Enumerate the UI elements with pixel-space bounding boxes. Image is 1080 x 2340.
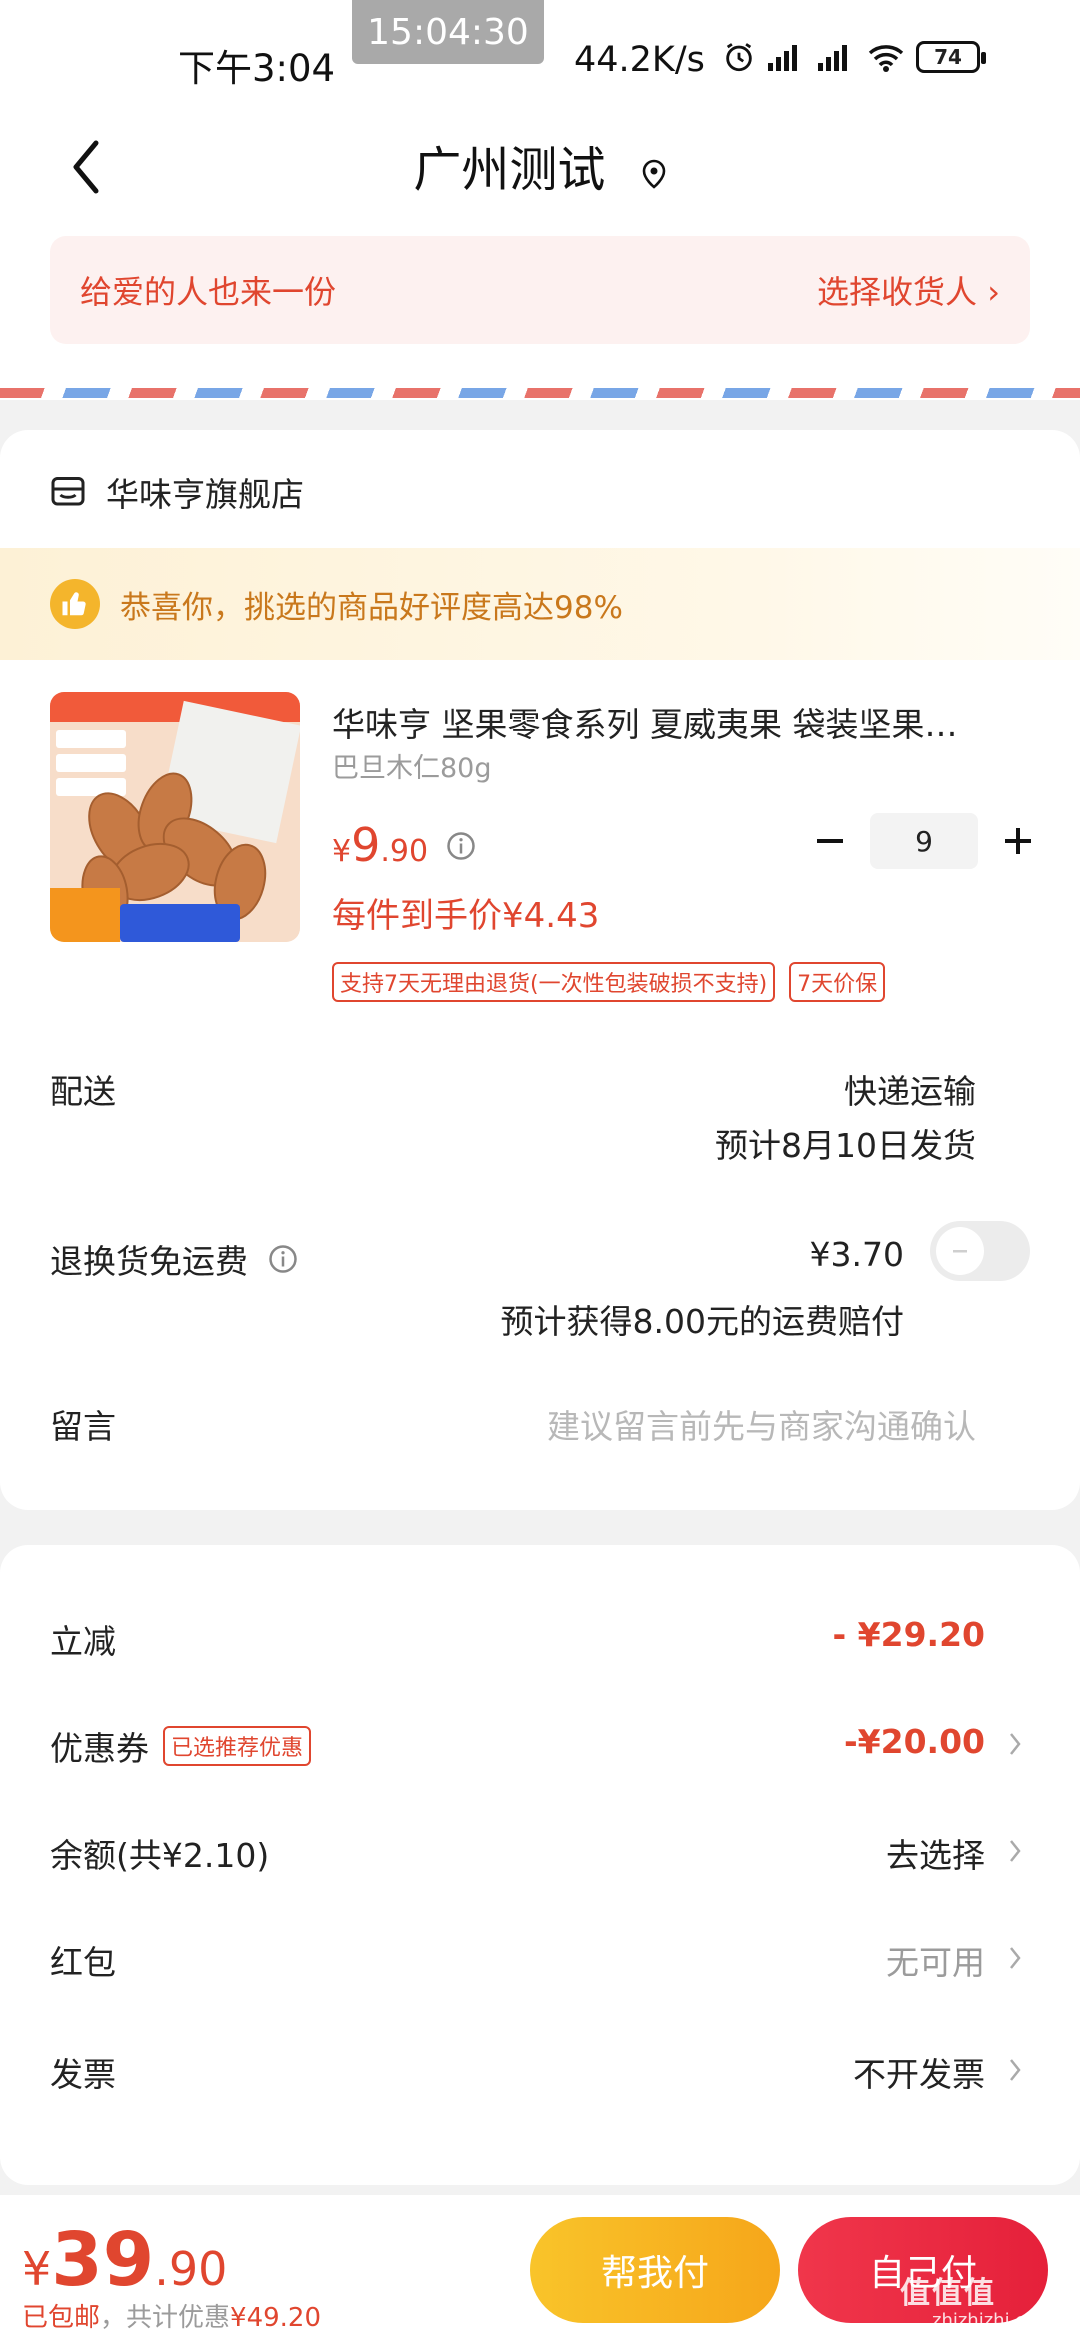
header: 广州测试 <box>0 110 1080 230</box>
total-integer: 39 <box>51 2217 155 2303</box>
return-insurance-toggle[interactable] <box>930 1221 1030 1281</box>
clock-overlay: 15:04:30 <box>352 0 544 64</box>
discounts-card: 立减 - ¥29.20 优惠券 已选推荐优惠 -¥20.00 余额(共¥2.10… <box>0 1545 1080 2185</box>
thumbs-up-icon <box>50 579 100 629</box>
balance-row[interactable]: 余额(共¥2.10) 去选择 <box>50 1829 1030 1889</box>
instant-discount-label: 立减 <box>50 1622 116 1661</box>
signal-icon <box>768 45 797 71</box>
product-spec[interactable]: 巴旦木仁80g <box>332 746 492 785</box>
praise-banner: 恭喜你，挑选的商品好评度高达98% <box>0 548 1080 660</box>
chevron-right-icon <box>1000 1936 1030 1980</box>
praise-text: 恭喜你，挑选的商品好评度高达98% <box>120 589 623 626</box>
savings-prefix: ，共计优惠 <box>100 2303 231 2333</box>
instant-discount-row: 立减 - ¥29.20 <box>50 1615 1030 1675</box>
decrease-button[interactable] <box>812 823 848 859</box>
coupon-text: 优惠券 <box>50 1729 149 1768</box>
wifi-icon <box>868 45 904 72</box>
instant-discount-value: - ¥29.20 <box>832 1615 985 1654</box>
watermark-url: zhizhizhi.com <box>932 2310 1054 2331</box>
unit-price: 每件到手价¥4.43 <box>332 896 600 936</box>
store-icon <box>51 477 85 506</box>
price-decimal: .90 <box>380 834 429 869</box>
info-icon[interactable] <box>268 1244 298 1274</box>
red-packet-label: 红包 <box>50 1943 116 1982</box>
network-speed: 44.2K/s <box>574 40 705 80</box>
order-card: 华味亨旗舰店 恭喜你，挑选的商品好评度高达98% 华味亨 坚果零食系列 夏威夷果… <box>0 430 1080 1510</box>
page-title[interactable]: 广州测试 <box>0 130 1080 201</box>
product-name[interactable]: 华味亨 坚果零食系列 夏威夷果 袋装坚果… <box>332 698 1022 746</box>
service-tags: 支持7天无理由退货(一次性包装破损不支持) 7天价保 <box>332 962 886 1002</box>
message-label: 留言 <box>50 1407 116 1446</box>
coupon-value: -¥20.00 <box>843 1722 985 1761</box>
toggle-knob <box>936 1227 984 1275</box>
coupon-label: 优惠券 已选推荐优惠 <box>50 1722 312 1770</box>
invoice-value: 不开发票 <box>853 2055 985 2094</box>
chevron-right-icon <box>1000 2048 1030 2092</box>
red-packet-value: 无可用 <box>886 1943 985 1982</box>
balance-value: 去选择 <box>886 1836 985 1875</box>
choose-recipient-link[interactable]: 选择收货人 › <box>817 267 1000 313</box>
location-pin-icon <box>641 145 667 201</box>
price-symbol: ¥ <box>332 834 352 869</box>
plus-icon <box>1005 828 1031 854</box>
chevron-right-icon <box>1000 1722 1030 1766</box>
price-integer: 9 <box>351 818 381 872</box>
coupon-row[interactable]: 优惠券 已选推荐优惠 -¥20.00 <box>50 1722 1030 1782</box>
store-header[interactable]: 华味亨旗舰店 <box>50 468 304 516</box>
help-pay-button[interactable]: 帮我付 <box>530 2217 780 2323</box>
red-packet-row[interactable]: 红包 无可用 <box>50 1936 1030 1996</box>
watermark-logo: 值值值 <box>900 2276 996 2311</box>
invoice-row[interactable]: 发票 不开发票 <box>50 2048 1030 2108</box>
total-price: ¥ 39 .90 <box>22 2217 227 2303</box>
delivery-label: 配送 <box>50 1072 116 1111</box>
status-icons: 74 <box>722 40 986 74</box>
delivery-eta: 预计8月10日发货 <box>715 1126 976 1165</box>
quantity-input[interactable]: 9 <box>870 813 978 869</box>
gift-banner[interactable]: 给爱的人也来一份 选择收货人 › <box>50 236 1030 344</box>
savings-amount: ¥49.20 <box>230 2303 322 2333</box>
return-insurance-amount: ¥3.70 <box>809 1235 904 1274</box>
free-shipping-text: 已包邮 <box>22 2303 101 2333</box>
info-icon[interactable] <box>446 831 476 865</box>
product-price: ¥ 9 .90 <box>332 818 476 872</box>
product-image[interactable] <box>50 692 300 942</box>
increase-button[interactable] <box>1000 823 1036 859</box>
total-symbol: ¥ <box>22 2242 52 2296</box>
recommended-tag: 已选推荐优惠 <box>163 1726 312 1766</box>
savings-summary: 已包邮，共计优惠¥49.20 <box>22 2297 321 2334</box>
store-name: 华味亨旗舰店 <box>106 475 304 514</box>
return-policy-tag[interactable]: 支持7天无理由退货(一次性包装破损不支持) <box>332 962 776 1002</box>
address-title: 广州测试 <box>413 142 606 198</box>
alarm-icon <box>726 43 752 72</box>
return-insurance-label: 退换货免运费 <box>50 1235 298 1283</box>
balance-label: 余额(共¥2.10) <box>50 1836 270 1875</box>
price-protection-tag[interactable]: 7天价保 <box>789 962 886 1002</box>
status-bar: 下午3:04 15:04:30 44.2K/s 74 <box>0 0 1080 110</box>
invoice-label: 发票 <box>50 2055 116 2094</box>
gift-section: 给爱的人也来一份 选择收货人 › <box>0 230 1080 400</box>
delivery-method: 快递运输 <box>844 1072 976 1111</box>
chevron-right-icon <box>1000 1829 1030 1873</box>
message-input[interactable]: 建议留言前先与商家沟通确认 <box>547 1400 976 1448</box>
return-insurance-note: 预计获得8.00元的运费赔付 <box>500 1302 904 1341</box>
battery-icon: 74 <box>916 41 986 73</box>
quantity-stepper: 9 <box>812 813 1036 869</box>
total-decimal: .90 <box>154 2242 228 2296</box>
return-insurance-text: 退换货免运费 <box>50 1242 248 1281</box>
gift-text: 给爱的人也来一份 <box>80 273 337 311</box>
minus-icon <box>817 839 843 843</box>
signal-icon-2 <box>818 45 847 71</box>
airmail-divider <box>0 388 1080 398</box>
status-time: 下午3:04 <box>178 47 336 90</box>
